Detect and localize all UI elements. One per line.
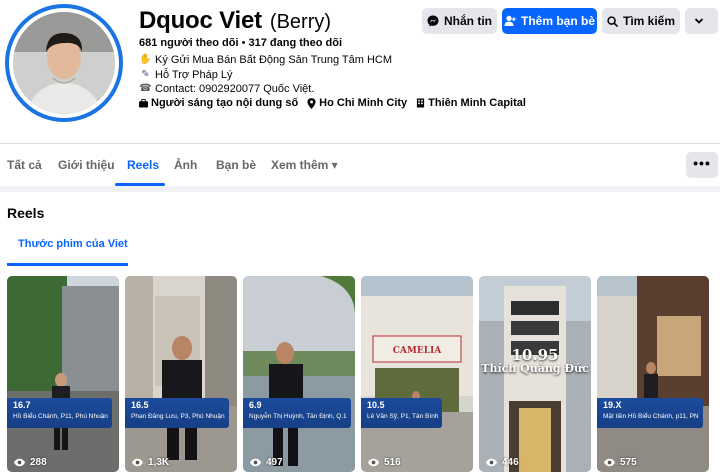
shop-sign: CAMELIA — [392, 346, 442, 356]
tab-viet-reels[interactable]: Thước phim của Viet — [18, 238, 128, 250]
subtab-indicator — [7, 263, 128, 266]
reel-card[interactable]: 10.95 Thích Quảng Đức 446 — [479, 276, 591, 472]
more-options-button[interactable] — [685, 8, 718, 34]
badge-number: 10.5 — [367, 400, 385, 410]
message-button-label: Nhắn tin — [444, 14, 492, 28]
badge-number: 6.9 — [249, 400, 262, 410]
reel-card[interactable]: 16.5 Phan Đăng Lưu, P3, Phú Nhuận 1,3K — [125, 276, 237, 472]
meta-text: Người sáng tạo nội dung số — [151, 97, 299, 109]
view-count-text: 288 — [30, 457, 47, 468]
view-count: 575 — [603, 457, 637, 468]
bio-text: Ký Gửi Mua Bán Bất Động Sản Trung Tâm HC… — [155, 54, 393, 66]
badge-number: 16.5 — [131, 400, 149, 410]
eye-icon — [131, 458, 144, 467]
badge-address: Hồ Biểu Chánh, P11, Phú Nhuận — [13, 413, 108, 420]
price-badge: 19.X Mặt tiền Hồ Biểu Chánh, p11, PN — [597, 398, 703, 428]
reel-thumbnail — [7, 276, 119, 472]
bio: ✋ Ký Gửi Mua Bán Bất Động Sản Trung Tâm … — [139, 53, 392, 97]
reel-thumbnail — [125, 276, 237, 472]
reel-thumbnail — [243, 276, 355, 472]
tab-friends[interactable]: Bạn bè — [216, 144, 256, 186]
reels-section: Reels Thước phim của Viet 16.7 Hồ Biểu C… — [0, 192, 720, 474]
reel-thumbnail — [597, 276, 709, 472]
add-friend-button[interactable]: Thêm bạn bè — [502, 8, 597, 34]
reel-card[interactable]: CAMELIA 10.5 Lê Văn Sỹ, P1, Tân Bình 516 — [361, 276, 473, 472]
following-count[interactable]: 317 đang theo dõi — [248, 37, 342, 49]
eye-icon — [367, 458, 380, 467]
bio-text: Hỗ Trợ Pháp Lý — [155, 68, 233, 81]
profile-header: Dquoc Viet (Berry) 681 người theo dõi • … — [0, 0, 720, 143]
chevron-down-icon — [694, 18, 704, 24]
bio-line: ☎ Contact: 0902920077 Quốc Việt. — [139, 82, 392, 97]
badge-address: Phan Đăng Lưu, P3, Phú Nhuận — [131, 413, 225, 420]
handshake-icon: ✋ — [139, 54, 152, 65]
meta-category: Người sáng tạo nội dung số — [139, 97, 298, 109]
search-button[interactable]: Tìm kiếm — [602, 8, 680, 34]
phone-icon: ☎ — [139, 83, 152, 94]
view-count-text: 446 — [502, 457, 519, 468]
badge-number: 16.7 — [13, 400, 31, 410]
section-title: Reels — [7, 205, 45, 221]
badge-address: Nguyễn Thị Huỳnh, Tân Định, Q.1 — [249, 413, 347, 420]
price-badge: 16.7 Hồ Biểu Chánh, P11, Phú Nhuận — [7, 398, 112, 428]
profile-name: Dquoc Viet — [139, 7, 262, 34]
badge-address: Mặt tiền Hồ Biểu Chánh, p11, PN — [603, 413, 699, 420]
reel-thumbnail — [361, 276, 473, 472]
reel-overlay-street: Thích Quảng Đức — [481, 362, 589, 375]
location-pin-icon — [307, 97, 316, 109]
badge-number: 19.X — [603, 400, 622, 410]
stats-separator: • — [238, 37, 249, 49]
reel-card[interactable]: 16.7 Hồ Biểu Chánh, P11, Phú Nhuận 288 — [7, 276, 119, 472]
profile-meta: Người sáng tạo nội dung số Ho Chi Minh C… — [139, 97, 535, 109]
avatar-photo — [13, 12, 115, 114]
tab-reels[interactable]: Reels — [127, 144, 159, 186]
reel-card[interactable]: 6.9 Nguyễn Thị Huỳnh, Tân Định, Q.1 497 — [243, 276, 355, 472]
badge-address: Lê Văn Sỹ, P1, Tân Bình — [367, 413, 439, 420]
tab-about[interactable]: Giới thiệu — [58, 144, 115, 186]
view-count: 516 — [367, 457, 401, 468]
add-friend-button-label: Thêm bạn bè — [520, 14, 595, 28]
messenger-icon — [427, 15, 439, 27]
follow-stats: 681 người theo dõi • 317 đang theo dõi — [139, 37, 342, 49]
view-count-text: 1,3K — [148, 457, 170, 468]
view-count: 1,3K — [131, 457, 169, 468]
pen-icon: ✎ — [141, 68, 150, 80]
bio-text: Contact: 0902920077 Quốc Việt. — [155, 83, 315, 95]
meta-text: Ho Chi Minh City — [319, 97, 408, 109]
message-button[interactable]: Nhắn tin — [422, 8, 497, 34]
view-count-text: 497 — [266, 457, 283, 468]
add-friend-icon — [504, 15, 516, 26]
search-icon — [607, 15, 618, 27]
price-badge: 10.5 Lê Văn Sỹ, P1, Tân Bình — [361, 398, 443, 428]
building-icon — [417, 98, 425, 108]
eye-icon — [603, 458, 616, 467]
reel-card[interactable]: 19.X Mặt tiền Hồ Biểu Chánh, p11, PN 575 — [597, 276, 709, 472]
eye-icon — [249, 458, 262, 467]
avatar[interactable] — [5, 4, 123, 122]
eye-icon — [13, 458, 26, 467]
meta-workplace[interactable]: Thiên Minh Capital — [416, 97, 526, 109]
price-badge: 6.9 Nguyễn Thị Huỳnh, Tân Định, Q.1 — [243, 398, 351, 428]
tabs-more-button[interactable]: ••• — [686, 152, 718, 178]
bio-line: ✋ Ký Gửi Mua Bán Bất Động Sản Trung Tâm … — [139, 53, 392, 68]
eye-icon — [485, 458, 498, 467]
meta-location[interactable]: Ho Chi Minh City — [307, 97, 407, 109]
tab-photos[interactable]: Ảnh — [174, 144, 197, 186]
price-badge: 16.5 Phan Đăng Lưu, P3, Phú Nhuận — [125, 398, 229, 428]
tab-see-more[interactable]: Xem thêm ▾ — [271, 144, 338, 186]
view-count: 446 — [485, 457, 519, 468]
view-count: 288 — [13, 457, 47, 468]
view-count: 497 — [249, 457, 283, 468]
bio-line: ✎ Hỗ Trợ Pháp Lý — [139, 68, 392, 83]
active-tab-indicator — [115, 183, 165, 186]
briefcase-icon — [139, 98, 148, 108]
meta-text: Thiên Minh Capital — [428, 97, 526, 109]
followers-count[interactable]: 681 người theo dõi — [139, 37, 239, 49]
profile-alt-name: (Berry) — [269, 11, 332, 33]
view-count-text: 516 — [384, 457, 401, 468]
view-count-text: 575 — [620, 457, 637, 468]
tab-all[interactable]: Tất cả — [7, 144, 42, 186]
profile-tabs: Tất cả Giới thiệu Reels Ảnh Bạn bè Xem t… — [0, 143, 720, 186]
search-button-label: Tìm kiếm — [622, 14, 676, 28]
